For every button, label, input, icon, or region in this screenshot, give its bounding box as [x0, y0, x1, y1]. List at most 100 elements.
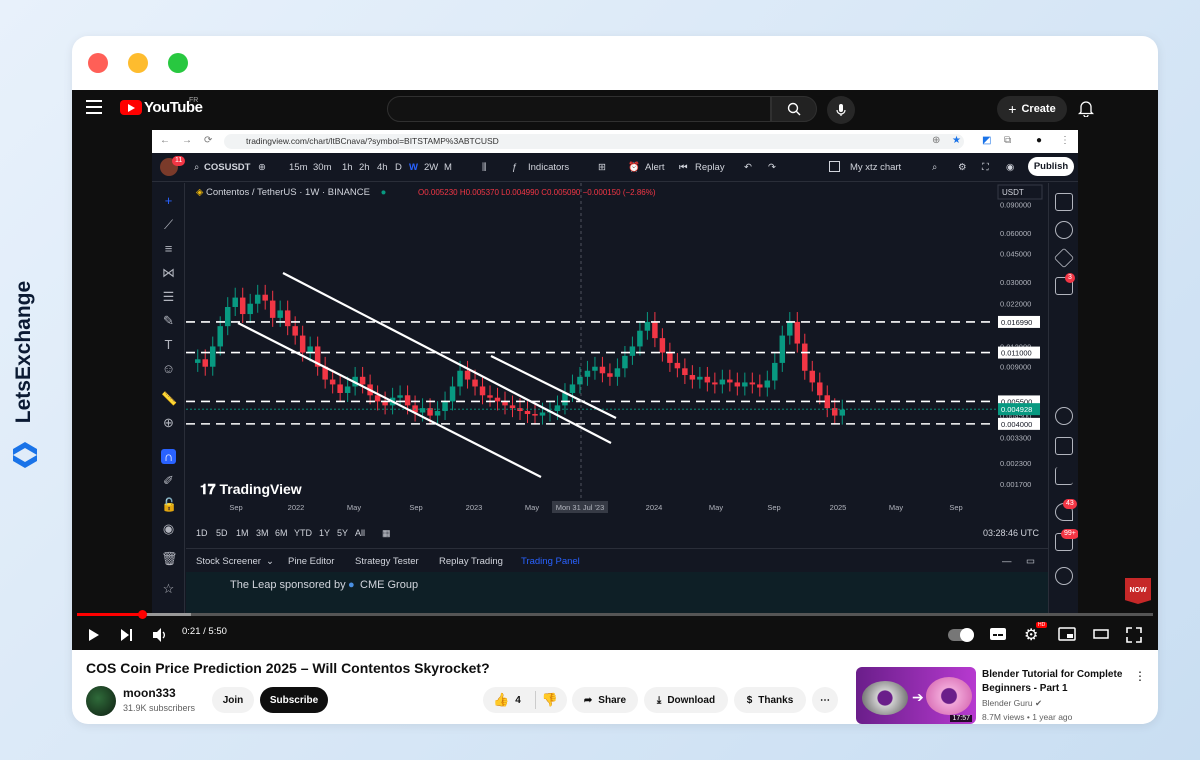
fib-icon[interactable]: ≡	[161, 241, 176, 256]
progress-bar[interactable]	[77, 613, 1153, 616]
emoji-icon[interactable]: ☺	[161, 361, 176, 376]
recommended-channel[interactable]: Blender Guru ✔	[982, 698, 1042, 709]
templates-icon[interactable]: ⊞	[598, 162, 606, 173]
fullscreen-icon[interactable]: ⛶	[982, 162, 989, 173]
add-symbol-icon[interactable]: ⊕	[258, 162, 266, 173]
channel-avatar[interactable]	[86, 686, 116, 716]
range-5d[interactable]: 5D	[216, 528, 228, 538]
crosshair-icon[interactable]: +	[161, 193, 176, 208]
maximize-panel-icon[interactable]: ▭	[1026, 556, 1035, 567]
join-button[interactable]: Join	[212, 687, 254, 713]
share-button[interactable]: ➦ Share	[572, 687, 638, 713]
symbol-label[interactable]: COSUSDT	[204, 162, 250, 173]
interval-m[interactable]: M	[444, 162, 452, 173]
calendar-icon[interactable]	[1055, 437, 1073, 455]
watchlist-icon[interactable]	[1055, 193, 1073, 211]
range-5y[interactable]: 5Y	[337, 528, 348, 538]
recommended-title[interactable]: Blender Tutorial for Complete Beginners …	[982, 668, 1132, 696]
more-actions-button[interactable]: ⋯	[812, 687, 838, 713]
tab-stock-screener[interactable]: Stock Screener	[196, 556, 261, 567]
interval-4h[interactable]: 4h	[377, 162, 388, 173]
tab-strategy-tester[interactable]: Strategy Tester	[355, 556, 419, 567]
layers-icon[interactable]	[1053, 247, 1075, 269]
browser-menu-icon[interactable]: ⋮	[1060, 135, 1070, 146]
range-all[interactable]: All	[355, 528, 365, 538]
theater-mode-icon[interactable]	[1093, 629, 1109, 639]
autoplay-toggle[interactable]	[948, 628, 974, 642]
url-field[interactable]: tradingview.com/chart/ltBCnava/?symbol=B…	[224, 134, 964, 149]
like-count[interactable]: 4	[515, 695, 521, 706]
zoom-in-icon[interactable]: ⊕	[161, 415, 176, 430]
extension-icon[interactable]: ◩	[982, 135, 991, 146]
back-icon[interactable]: ←	[160, 135, 170, 146]
layout-checkbox[interactable]	[829, 161, 840, 172]
replay-icon[interactable]: ⏮	[679, 162, 688, 173]
lock-icon[interactable]: 🔓	[161, 497, 177, 512]
range-3m[interactable]: 3M	[256, 528, 269, 538]
trendline-icon[interactable]: ⟋	[161, 217, 176, 232]
range-1d[interactable]: 1D	[196, 528, 208, 538]
price-chart[interactable]: USDT 0.090000 0.060000 0.045000 0.030000 0.02…	[186, 183, 1048, 513]
volume-icon[interactable]	[152, 627, 168, 643]
interval-30m[interactable]: 30m	[313, 162, 331, 173]
progress-scrubber[interactable]	[137, 610, 147, 619]
subtitles-icon[interactable]	[989, 627, 1007, 641]
create-button[interactable]: + Create	[997, 96, 1067, 122]
settings-icon[interactable]: ⚙	[1024, 625, 1038, 645]
eye-icon[interactable]: ◉	[161, 521, 176, 536]
menu-icon[interactable]	[86, 100, 102, 114]
settings-gear-icon[interactable]: ⚙	[958, 162, 967, 173]
alert-button[interactable]: Alert	[645, 162, 665, 173]
notifications-bell-icon[interactable]	[1078, 99, 1094, 117]
puzzle-icon[interactable]: ⧉	[1004, 135, 1011, 146]
subscribe-button[interactable]: Subscribe	[260, 687, 328, 713]
alert-icon[interactable]: ⏰	[628, 162, 640, 173]
fullscreen-icon[interactable]	[1126, 627, 1142, 643]
utc-clock[interactable]: 03:28:46 UTC	[983, 528, 1039, 538]
ruler-icon[interactable]: 📏	[161, 391, 177, 406]
layout-name[interactable]: My xtz chart	[850, 162, 901, 173]
tab-pine-editor[interactable]: Pine Editor	[288, 556, 334, 567]
publish-button[interactable]: Publish	[1028, 157, 1074, 176]
voice-search-button[interactable]	[827, 96, 855, 124]
redo-icon[interactable]: ↷	[768, 162, 776, 173]
indicators-button[interactable]: Indicators	[528, 162, 569, 173]
thumbs-down-icon[interactable]: 👎	[542, 692, 558, 708]
download-button[interactable]: ⤓ Download	[644, 687, 728, 713]
chevron-down-icon[interactable]: ⌄	[266, 556, 274, 567]
help-icon[interactable]	[1055, 567, 1073, 585]
candle-type-icon[interactable]: ⫼	[482, 162, 486, 173]
favorite-star-icon[interactable]: ☆	[161, 581, 176, 596]
range-1m[interactable]: 1M	[236, 528, 249, 538]
interval-w[interactable]: W	[409, 162, 418, 173]
minimize-panel-icon[interactable]: —	[1002, 556, 1012, 567]
range-1y[interactable]: 1Y	[319, 528, 330, 538]
trash-icon[interactable]: 🗑	[161, 551, 178, 566]
interval-2h[interactable]: 2h	[359, 162, 370, 173]
alerts-clock-icon[interactable]	[1055, 221, 1073, 239]
magnet-icon[interactable]: ∩	[161, 449, 176, 464]
profile-avatar-icon[interactable]: ●	[1036, 135, 1042, 146]
chart-pattern-icon[interactable]	[1055, 467, 1073, 485]
pattern-icon[interactable]: ⋈	[161, 265, 176, 280]
thanks-button[interactable]: $ Thanks	[734, 687, 806, 713]
maximize-window-button[interactable]	[168, 53, 188, 73]
range-ytd[interactable]: YTD	[294, 528, 312, 538]
candlestick-chart[interactable]: USDT 0.090000 0.060000 0.045000 0.030000 0.02…	[186, 183, 1048, 513]
recommended-menu-icon[interactable]: ⋮	[1134, 669, 1146, 683]
reload-icon[interactable]: ⟳	[204, 135, 212, 146]
play-icon[interactable]	[88, 628, 100, 642]
interval-d[interactable]: D	[395, 162, 402, 173]
indicators-icon[interactable]: ƒ	[512, 162, 517, 173]
screenshot-camera-icon[interactable]: ◉	[1006, 162, 1014, 173]
channel-name[interactable]: moon333	[123, 686, 176, 700]
interval-15m[interactable]: 15m	[289, 162, 307, 173]
search-button[interactable]	[771, 96, 817, 122]
tab-trading-panel[interactable]: Trading Panel	[521, 556, 580, 567]
search-input[interactable]	[387, 96, 771, 122]
tab-replay-trading[interactable]: Replay Trading	[439, 556, 503, 567]
text-icon[interactable]: T	[161, 337, 176, 352]
replay-button[interactable]: Replay	[695, 162, 725, 173]
thumbs-up-icon[interactable]: 👍	[493, 692, 509, 708]
interval-2w[interactable]: 2W	[424, 162, 438, 173]
